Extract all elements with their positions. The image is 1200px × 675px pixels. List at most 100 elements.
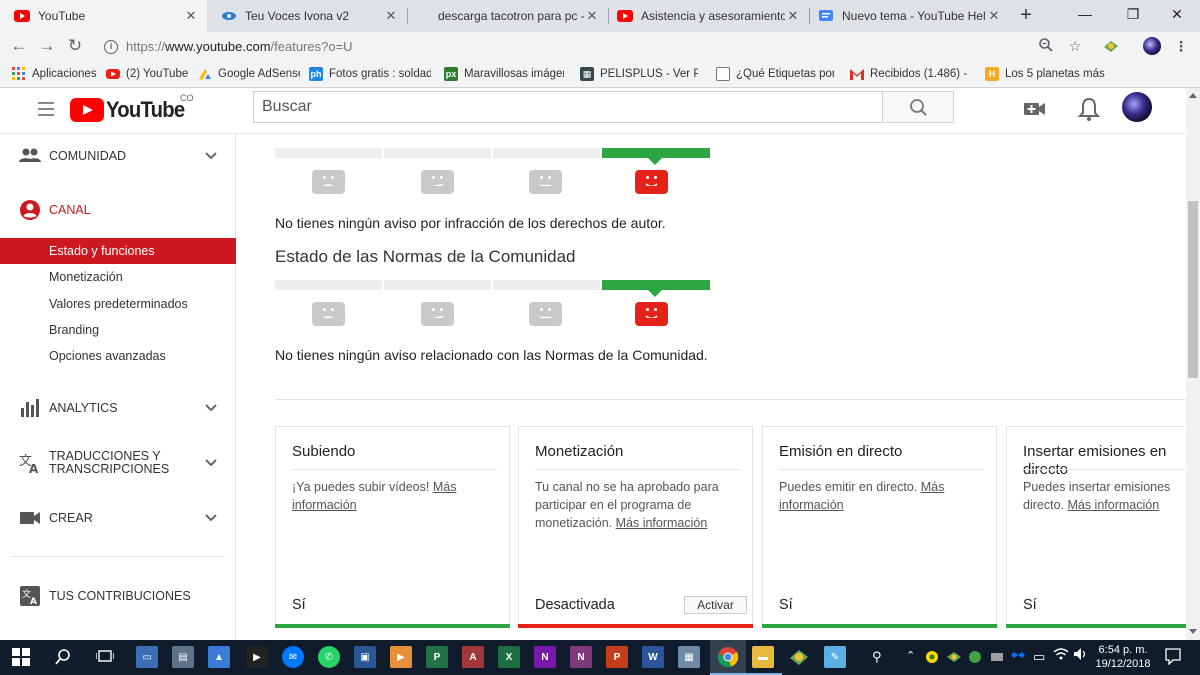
search-button[interactable]: [882, 91, 954, 123]
network-app-icon[interactable]: ▦: [678, 646, 700, 668]
paint-icon[interactable]: ✎: [824, 646, 846, 668]
notifications-icon[interactable]: [1164, 647, 1182, 668]
globe-app-icon[interactable]: [788, 646, 810, 668]
reload-icon[interactable]: ↻: [63, 34, 87, 58]
browser-tab-voces[interactable]: Teu Voces Ivona v2 ✕: [207, 0, 407, 32]
whatsapp-icon[interactable]: ✆: [318, 646, 340, 668]
tray-globe-icon[interactable]: [946, 650, 962, 667]
search-input[interactable]: Buscar: [253, 91, 883, 123]
people-icon[interactable]: ⚲: [872, 649, 882, 665]
maximize-button[interactable]: ❐: [1110, 0, 1156, 30]
project-icon[interactable]: P: [426, 646, 448, 668]
movie-maker-icon[interactable]: ▶: [246, 646, 268, 668]
bookmark-photos[interactable]: ph Fotos gratis : soldado: [309, 66, 431, 82]
chrome-icon[interactable]: [717, 646, 739, 668]
photos-icon[interactable]: ▲: [208, 646, 230, 668]
bookmark-apps[interactable]: Aplicaciones: [12, 66, 100, 82]
close-icon[interactable]: ✕: [584, 8, 600, 24]
bookmark-etiquetas[interactable]: ¿Qué Etiquetas poner: [716, 66, 834, 82]
bookmark-adsense[interactable]: Google AdSense: [198, 66, 300, 82]
scroll-down-arrow-icon[interactable]: [1189, 629, 1197, 634]
windows-start-icon[interactable]: [10, 646, 32, 668]
tray-drive-icon[interactable]: [990, 650, 1004, 667]
word-icon[interactable]: W: [642, 646, 664, 668]
tray-app-icon[interactable]: [925, 650, 939, 667]
profile-avatar[interactable]: [1143, 37, 1161, 55]
wifi-icon[interactable]: [1053, 647, 1069, 664]
sidebar-item-monetizacion[interactable]: Monetización: [0, 264, 236, 290]
tray-overflow-icon[interactable]: ⌃: [906, 649, 915, 662]
browser-tab-tacotron[interactable]: descarga tacotron para pc - Bu ✕: [408, 0, 608, 32]
menu-icon[interactable]: ⋮: [1172, 37, 1190, 55]
onenote-icon[interactable]: N: [534, 646, 556, 668]
sidebar-section-analytics[interactable]: ANALYTICS: [0, 388, 236, 428]
computer-icon[interactable]: ▭: [136, 646, 158, 668]
page-scrollbar[interactable]: [1186, 88, 1200, 640]
store-icon[interactable]: ▣: [354, 646, 376, 668]
bookmark-pelisplus[interactable]: ▦ PELISPLUS - Ver Pelíc: [580, 66, 698, 82]
upload-video-icon[interactable]: [1021, 95, 1049, 123]
browser-tab-help[interactable]: Nuevo tema - YouTube Help F ✕: [810, 0, 1010, 32]
messenger-icon[interactable]: ✉: [282, 646, 304, 668]
taskbar-clock[interactable]: 6:54 p. m. 19/12/2018: [1094, 643, 1152, 671]
scrollbar-thumb[interactable]: [1188, 201, 1198, 378]
url-input[interactable]: i https://www.youtube.com/features?o=U: [96, 34, 1092, 59]
volume-icon[interactable]: [1073, 647, 1089, 664]
youtube-icon: [106, 67, 120, 81]
close-icon[interactable]: ✕: [986, 8, 1002, 24]
zoom-icon[interactable]: [1037, 37, 1055, 55]
browser-tab-asistencia[interactable]: Asistencia y asesoramiento | Cr ✕: [609, 0, 809, 32]
file-explorer-icon[interactable]: ▬: [752, 646, 774, 668]
activate-button[interactable]: Activar: [684, 596, 747, 614]
sidebar-item-valores[interactable]: Valores predeterminados: [0, 291, 236, 317]
bookmark-pixabay[interactable]: px Maravillosas imágene: [444, 66, 564, 82]
sidebar-section-traducciones[interactable]: 文A TRADUCCIONES Y TRANSCRIPCIONES: [0, 443, 236, 483]
create-icon: [18, 506, 42, 530]
scroll-up-arrow-icon[interactable]: [1189, 93, 1197, 98]
info-icon[interactable]: i: [104, 39, 118, 54]
card-status-bar: [518, 624, 753, 628]
scanner-icon[interactable]: ▤: [172, 646, 194, 668]
bookmark-gmail[interactable]: Recibidos (1.486) - jo: [850, 66, 970, 82]
sidebar-section-crear[interactable]: CREAR: [0, 498, 236, 538]
minimize-button[interactable]: —: [1062, 0, 1108, 30]
tab-title: Teu Voces Ivona v2: [245, 9, 350, 23]
bookmarks-bar: Aplicaciones (2) YouTube Google AdSense …: [0, 60, 1200, 88]
meter-segment: [384, 280, 491, 290]
bookmark-planetas[interactable]: H Los 5 planetas más e: [985, 66, 1105, 82]
notifications-bell-icon[interactable]: [1075, 95, 1103, 123]
more-info-link[interactable]: Más información: [1067, 498, 1159, 512]
task-view-icon[interactable]: [94, 646, 116, 668]
browser-tab-youtube[interactable]: YouTube ✕: [0, 0, 207, 32]
sidebar-section-canal[interactable]: CANAL: [0, 190, 236, 230]
search-icon[interactable]: [52, 646, 74, 668]
bookmark-youtube[interactable]: (2) YouTube: [106, 66, 192, 82]
star-icon[interactable]: ☆: [1066, 37, 1084, 55]
sidebar-item-avanzadas[interactable]: Opciones avanzadas: [0, 343, 236, 369]
account-avatar[interactable]: [1122, 92, 1152, 122]
sidebar-section-comunidad[interactable]: COMUNIDAD: [0, 136, 236, 176]
forward-icon[interactable]: →: [35, 34, 59, 58]
close-icon[interactable]: ✕: [785, 8, 801, 24]
tray-security-icon[interactable]: [968, 650, 982, 667]
sidebar-item-branding[interactable]: Branding: [0, 317, 236, 343]
close-icon[interactable]: ✕: [383, 8, 399, 24]
tray-dropbox-icon[interactable]: [1011, 650, 1025, 667]
more-info-link[interactable]: Más información: [616, 516, 708, 530]
hamburger-menu-icon[interactable]: [38, 102, 54, 116]
close-icon[interactable]: ✕: [183, 8, 199, 24]
onenote-2016-icon[interactable]: N: [570, 646, 592, 668]
card-divider: [535, 469, 740, 470]
powerpoint-icon[interactable]: P: [606, 646, 628, 668]
youtube-logo[interactable]: YouTube CO: [70, 93, 194, 124]
media-player-icon[interactable]: ▶: [390, 646, 412, 668]
battery-icon[interactable]: ▭: [1033, 649, 1045, 665]
excel-icon[interactable]: X: [498, 646, 520, 668]
back-icon[interactable]: ←: [7, 34, 31, 58]
close-window-button[interactable]: ✕: [1154, 0, 1200, 30]
access-icon[interactable]: A: [462, 646, 484, 668]
sidebar-section-contribuciones[interactable]: 文A TUS CONTRIBUCIONES: [0, 576, 236, 616]
sidebar-item-estado[interactable]: Estado y funciones: [0, 238, 236, 264]
extension-icon[interactable]: [1102, 37, 1120, 55]
new-tab-button[interactable]: +: [1014, 4, 1038, 28]
